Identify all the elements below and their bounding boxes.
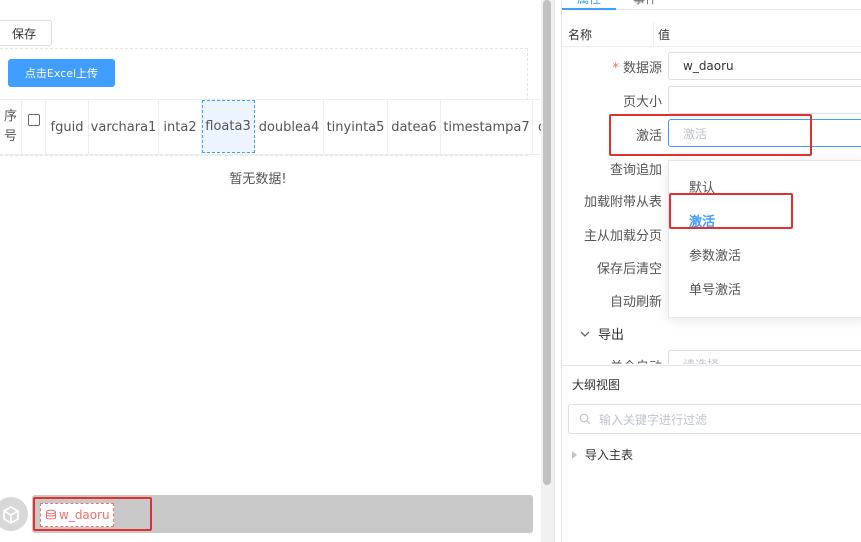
component-box-icon[interactable] bbox=[0, 497, 28, 531]
panel-divider[interactable] bbox=[554, 0, 562, 542]
column-header-inta2[interactable]: inta2 bbox=[159, 100, 202, 154]
column-header-floata3[interactable]: floata3 bbox=[202, 100, 255, 153]
header-name: 名称 bbox=[568, 28, 593, 42]
outline-title: 大纲视图 bbox=[572, 378, 621, 392]
highlight-box-activate bbox=[609, 114, 812, 156]
prop-label-page-size: 页大小 bbox=[622, 95, 662, 110]
dropdown-option-param-activate[interactable]: 参数激活 bbox=[689, 245, 741, 264]
highlight-box-component bbox=[33, 497, 152, 531]
save-button[interactable]: 保存 bbox=[0, 20, 52, 46]
header-value: 值 bbox=[658, 28, 671, 42]
column-header-doublea4[interactable]: doublea4 bbox=[255, 100, 324, 154]
section-export-title: 导出 bbox=[598, 328, 625, 343]
outline-search-placeholder: 输入关键字进行过滤 bbox=[599, 412, 708, 427]
prop-label-load-detail: 加载附带从表 bbox=[583, 195, 662, 210]
required-marker: * bbox=[612, 61, 619, 76]
outline-tree-node-label: 导入主表 bbox=[585, 448, 634, 462]
column-header-timestampa7[interactable]: timestampa7 bbox=[441, 100, 533, 154]
caret-right-icon[interactable] bbox=[572, 450, 577, 459]
outline-tree-node[interactable]: 导入主表 bbox=[572, 446, 633, 463]
scrollbar-thumb[interactable] bbox=[543, 0, 551, 485]
search-icon bbox=[579, 413, 591, 425]
dropdown-option-docno-activate[interactable]: 单号激活 bbox=[689, 279, 741, 298]
prop-label-auto-refresh: 自动刷新 bbox=[609, 295, 662, 310]
prop-label-datasource: * 数据源 bbox=[612, 57, 662, 76]
outline-search-input[interactable]: 输入关键字进行过滤 bbox=[568, 404, 861, 434]
seq-column-header: 序 号 bbox=[0, 100, 22, 154]
prop-label-master-detail-paging: 主从加载分页 bbox=[583, 229, 662, 244]
prop-input-page-size[interactable] bbox=[668, 86, 861, 114]
column-header-tinyinta5[interactable]: tinyinta5 bbox=[324, 100, 388, 154]
prop-input-datasource[interactable]: w_daoru bbox=[668, 52, 861, 80]
tab-events[interactable]: 事件 bbox=[618, 0, 672, 10]
prop-label-query-append: 查询追加 bbox=[609, 163, 662, 178]
seq-header-line1: 序 bbox=[3, 109, 17, 124]
prop-label-datasource-text: 数据源 bbox=[622, 61, 662, 76]
excel-upload-button[interactable]: 点击Excel上传 bbox=[8, 59, 115, 87]
header-separator bbox=[653, 22, 654, 47]
property-table-header: 名称 值 bbox=[562, 22, 861, 47]
prop-label-clear-after-save: 保存后清空 bbox=[596, 262, 662, 277]
column-header-fguid[interactable]: fguid bbox=[46, 100, 89, 154]
activate-dropdown: 默认 激活 参数激活 单号激活 bbox=[668, 160, 861, 318]
column-header-varchara1[interactable]: varchara1 bbox=[89, 100, 159, 154]
property-tabs: 属性 事件 bbox=[562, 0, 861, 10]
seq-header-line2: 号 bbox=[3, 129, 17, 144]
grid-header: 序 号 fguid varchara1 inta2 floata3 double… bbox=[0, 99, 541, 155]
property-panel: 属性 事件 名称 值 *数据源 w_daoru 页大小 激活 激活 查询追加 加… bbox=[562, 0, 861, 542]
column-header-datea6[interactable]: datea6 bbox=[388, 100, 441, 154]
outline-view: 大纲视图 输入关键字进行过滤 导入主表 bbox=[562, 365, 861, 542]
grid-empty-text: 暂无数据! bbox=[229, 172, 287, 187]
column-header-partial[interactable]: d bbox=[533, 100, 541, 154]
designer-canvas: 保存 点击Excel上传 序 号 fguid varchara1 inta2 f… bbox=[0, 0, 541, 542]
highlight-box-option bbox=[669, 193, 793, 229]
tab-properties[interactable]: 属性 bbox=[562, 0, 616, 10]
section-export[interactable]: 导出 bbox=[580, 324, 624, 343]
designer-scrollbar[interactable] bbox=[541, 0, 554, 542]
chevron-down-icon bbox=[580, 331, 590, 337]
select-all-checkbox[interactable] bbox=[27, 114, 40, 126]
select-all-header[interactable] bbox=[22, 100, 46, 154]
